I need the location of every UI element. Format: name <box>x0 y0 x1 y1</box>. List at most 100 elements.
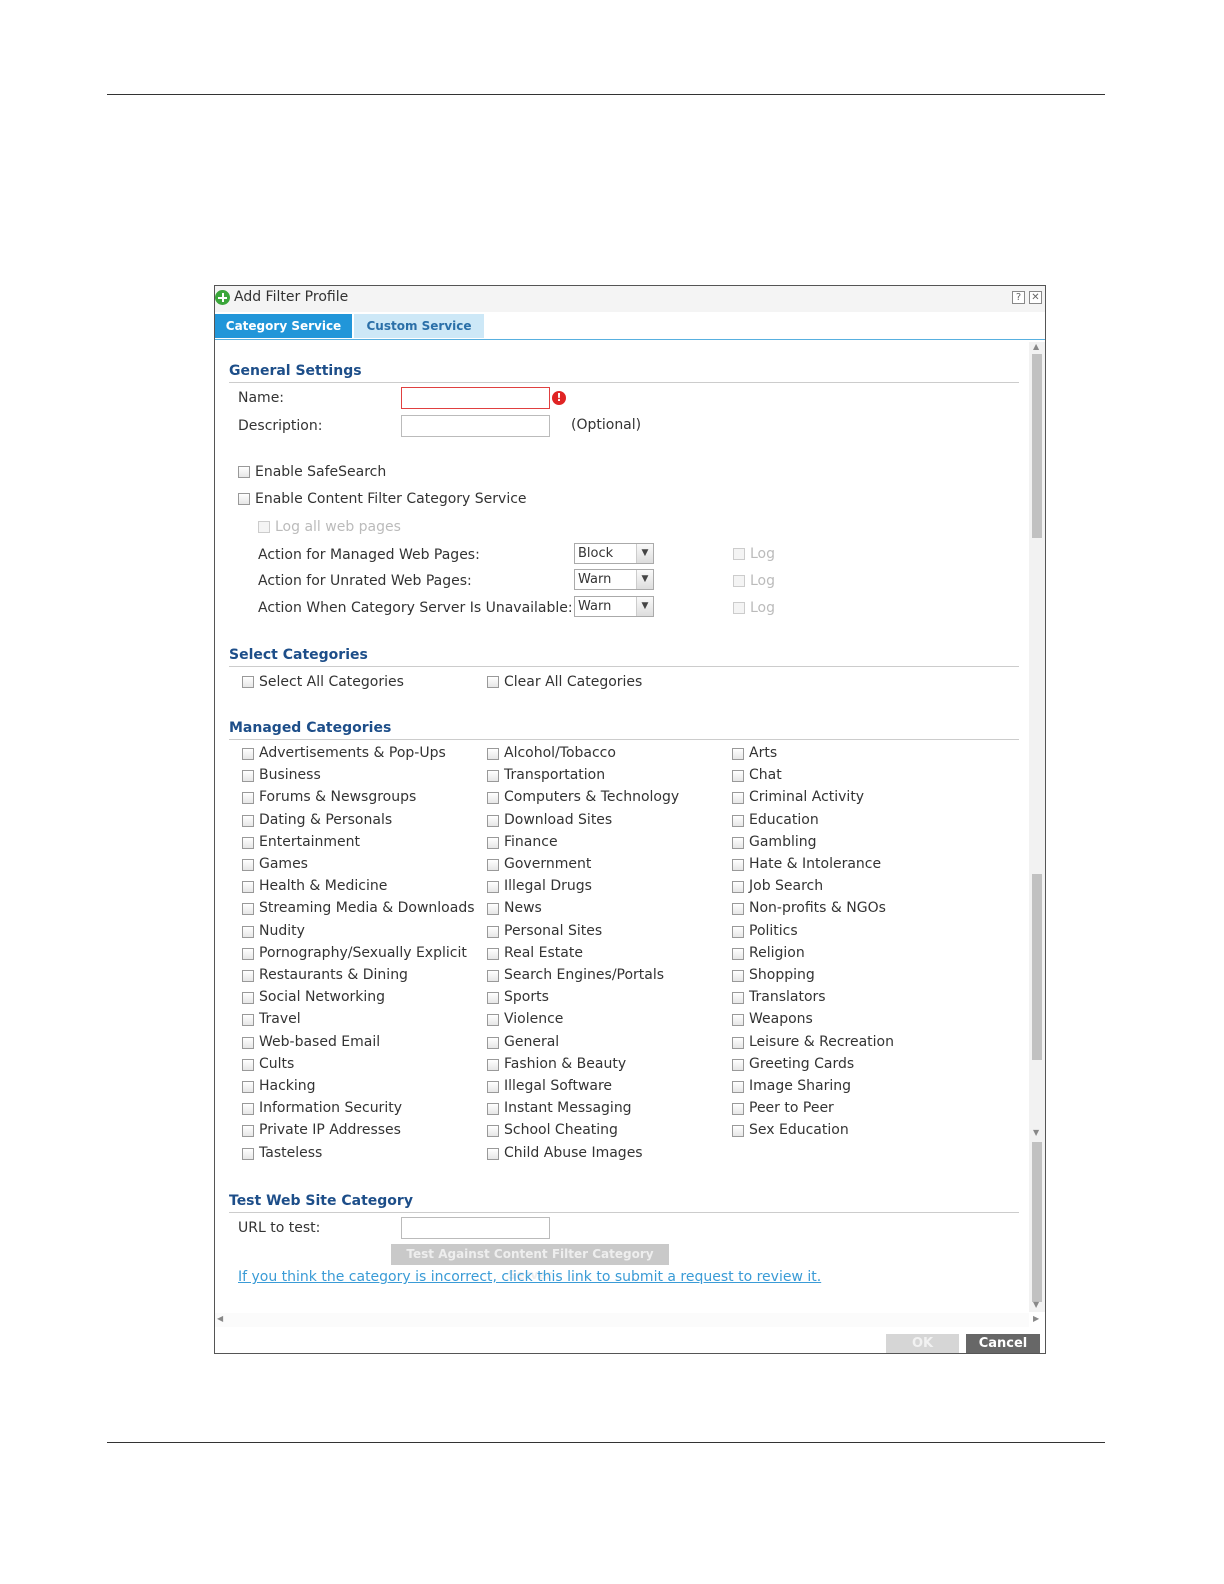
category-checkbox[interactable] <box>242 792 254 805</box>
unavailable-log-checkbox[interactable] <box>733 602 745 614</box>
managed-log-checkbox[interactable] <box>733 548 745 560</box>
url-to-test-input[interactable] <box>401 1217 550 1239</box>
category-checkbox[interactable] <box>242 947 254 960</box>
vertical-scrollbar[interactable]: ▲ ▼ ▼ <box>1029 342 1045 1312</box>
category-checkbox[interactable] <box>487 770 499 783</box>
review-request-link[interactable]: If you think the category is incorrect, … <box>238 1269 821 1285</box>
category-checkbox[interactable] <box>487 748 499 760</box>
category-checkbox[interactable] <box>242 992 254 1005</box>
category-checkbox[interactable] <box>732 947 744 960</box>
scroll-up-icon[interactable]: ▲ <box>1033 342 1039 351</box>
tab-category-service[interactable]: Category Service <box>215 314 352 338</box>
category-checkbox[interactable] <box>487 903 499 916</box>
category-checkbox[interactable] <box>487 1103 499 1116</box>
ok-button[interactable]: OK <box>886 1334 959 1353</box>
category-checkbox[interactable] <box>487 992 499 1005</box>
test-category-button[interactable]: Test Against Content Filter Category Ser… <box>391 1244 669 1282</box>
category-checkbox[interactable] <box>732 1036 744 1049</box>
horizontal-scrollbar[interactable]: ◀ ▶ <box>215 1313 1039 1327</box>
category-checkbox[interactable] <box>242 836 254 849</box>
managed-action-select[interactable]: Block ▼ <box>574 543 654 564</box>
category-checkbox[interactable] <box>732 792 744 805</box>
category-checkbox[interactable] <box>487 1014 499 1027</box>
category-checkbox[interactable] <box>732 970 744 982</box>
cancel-button[interactable]: Cancel <box>966 1334 1040 1353</box>
category-checkbox[interactable] <box>732 1081 744 1093</box>
log-all-pages-checkbox[interactable] <box>258 521 270 533</box>
category-checkbox[interactable] <box>732 1014 744 1027</box>
scrollbar-thumb[interactable] <box>1032 1142 1042 1302</box>
select-all-categories-checkbox[interactable] <box>242 676 254 688</box>
category-checkbox[interactable] <box>242 770 254 783</box>
category-checkbox[interactable] <box>732 770 744 783</box>
category-checkbox[interactable] <box>242 1081 254 1093</box>
close-icon[interactable]: ✕ <box>1029 291 1042 304</box>
unrated-action-select[interactable]: Warn ▼ <box>574 569 654 590</box>
clear-all-categories-checkbox[interactable] <box>487 676 499 688</box>
description-input[interactable] <box>401 415 550 437</box>
help-icon[interactable]: ? <box>1012 291 1025 304</box>
tab-custom-service[interactable]: Custom Service <box>354 314 484 338</box>
enable-cf-service-checkbox[interactable] <box>238 493 250 505</box>
category-checkbox[interactable] <box>487 1058 499 1071</box>
category-checkbox[interactable] <box>487 1147 499 1160</box>
category-label: Religion <box>749 944 805 961</box>
unrated-action-label: Action for Unrated Web Pages: <box>258 573 472 589</box>
category-checkbox[interactable] <box>242 748 254 760</box>
category-checkbox[interactable] <box>732 1125 744 1138</box>
category-checkbox[interactable] <box>242 1058 254 1071</box>
category-label: Criminal Activity <box>749 789 865 806</box>
category-checkbox[interactable] <box>242 814 254 827</box>
category-checkbox[interactable] <box>487 814 499 827</box>
category-checkbox[interactable] <box>242 925 254 938</box>
category-checkbox[interactable] <box>487 925 499 938</box>
category-label: Job Search <box>749 878 824 895</box>
category-checkbox[interactable] <box>242 859 254 871</box>
category-checkbox[interactable] <box>487 881 499 894</box>
category-checkbox[interactable] <box>487 1081 499 1093</box>
category-checkbox[interactable] <box>242 970 254 982</box>
category-checkbox[interactable] <box>242 903 254 916</box>
chevron-down-icon[interactable]: ▼ <box>636 570 653 589</box>
category-label: Non-profits & NGOs <box>749 900 886 917</box>
category-checkbox[interactable] <box>732 1058 744 1071</box>
category-checkbox[interactable] <box>487 836 499 849</box>
category-checkbox[interactable] <box>242 881 254 894</box>
category-label: Education <box>749 811 819 828</box>
category-checkbox[interactable] <box>242 1125 254 1138</box>
category-checkbox[interactable] <box>487 1036 499 1049</box>
category-checkbox[interactable] <box>487 792 499 805</box>
category-checkbox[interactable] <box>732 1103 744 1116</box>
category-checkbox[interactable] <box>487 1125 499 1138</box>
category-checkbox[interactable] <box>732 903 744 916</box>
unrated-log-checkbox[interactable] <box>733 575 745 587</box>
chevron-down-icon[interactable]: ▼ <box>636 544 653 563</box>
scrollbar-thumb[interactable] <box>1032 354 1042 538</box>
category-label: Politics <box>749 922 798 939</box>
category-checkbox[interactable] <box>732 836 744 849</box>
category-checkbox[interactable] <box>242 1103 254 1116</box>
category-checkbox[interactable] <box>732 925 744 938</box>
category-checkbox[interactable] <box>732 992 744 1005</box>
chevron-down-icon[interactable]: ▼ <box>636 597 653 616</box>
scrollbar-thumb[interactable] <box>1032 874 1042 1060</box>
category-label: Fashion & Beauty <box>504 1055 627 1072</box>
category-checkbox[interactable] <box>242 1014 254 1027</box>
category-checkbox[interactable] <box>242 1147 254 1160</box>
scroll-left-icon[interactable]: ◀ <box>217 1314 223 1323</box>
name-input[interactable] <box>401 387 550 409</box>
category-checkbox[interactable] <box>732 748 744 760</box>
category-checkbox[interactable] <box>732 881 744 894</box>
category-label: Finance <box>504 833 558 850</box>
category-checkbox[interactable] <box>487 947 499 960</box>
scroll-right-icon[interactable]: ▶ <box>1033 1314 1039 1323</box>
unavailable-action-select[interactable]: Warn ▼ <box>574 596 654 617</box>
category-checkbox[interactable] <box>242 1036 254 1049</box>
category-checkbox[interactable] <box>487 970 499 982</box>
category-checkbox[interactable] <box>487 859 499 871</box>
enable-safesearch-checkbox[interactable] <box>238 466 250 478</box>
scroll-down-icon[interactable]: ▼ <box>1033 1300 1039 1309</box>
scroll-down-icon[interactable]: ▼ <box>1033 1128 1039 1137</box>
category-checkbox[interactable] <box>732 814 744 827</box>
category-checkbox[interactable] <box>732 859 744 871</box>
